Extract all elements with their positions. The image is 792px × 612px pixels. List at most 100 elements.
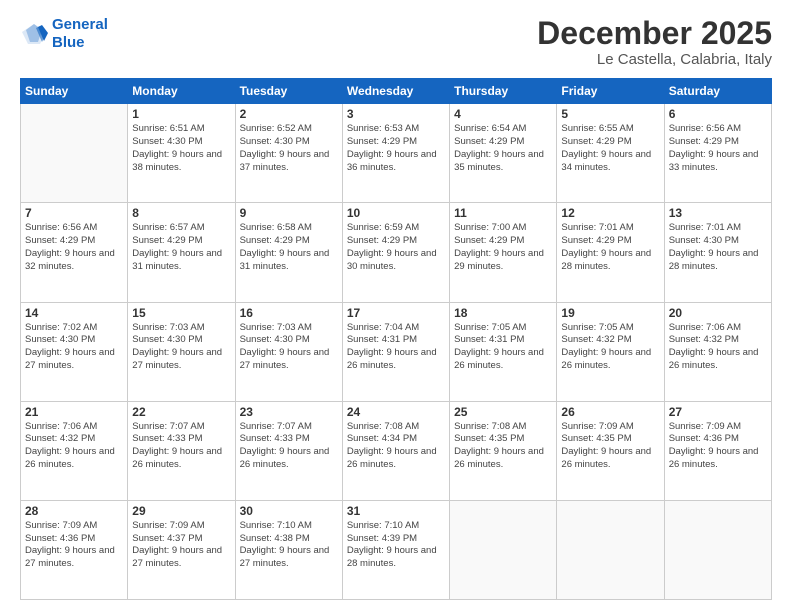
col-wednesday: Wednesday [342, 79, 449, 104]
day-number: 9 [240, 206, 338, 220]
day-number: 21 [25, 405, 123, 419]
calendar-cell: 29 Sunrise: 7:09 AM Sunset: 4:37 PM Dayli… [128, 500, 235, 599]
header-row: Sunday Monday Tuesday Wednesday Thursday… [21, 79, 772, 104]
day-info: Sunrise: 7:01 AM Sunset: 4:30 PM Dayligh… [669, 222, 767, 273]
col-tuesday: Tuesday [235, 79, 342, 104]
logo-line2: Blue [52, 34, 85, 51]
day-info: Sunrise: 6:56 AM Sunset: 4:29 PM Dayligh… [669, 123, 767, 174]
day-number: 29 [132, 504, 230, 518]
day-number: 22 [132, 405, 230, 419]
calendar-cell: 1Sunrise: 6:51 AM Sunset: 4:30 PM Daylig… [128, 104, 235, 203]
calendar-cell: 14 Sunrise: 7:02 AM Sunset: 4:30 PM Dayli… [21, 302, 128, 401]
calendar-cell [557, 500, 664, 599]
calendar-week-3: 14 Sunrise: 7:02 AM Sunset: 4:30 PM Dayli… [21, 302, 772, 401]
day-info: Sunrise: 7:09 AM Sunset: 4:35 PM Dayligh… [561, 421, 659, 472]
calendar-cell: 17Sunrise: 7:04 AM Sunset: 4:31 PM Dayli… [342, 302, 449, 401]
day-info: Sunrise: 7:09 AM Sunset: 4:36 PM Dayligh… [669, 421, 767, 472]
col-friday: Friday [557, 79, 664, 104]
day-number: 26 [561, 405, 659, 419]
day-number: 5 [561, 107, 659, 121]
day-number: 25 [454, 405, 552, 419]
day-info: Sunrise: 7:01 AM Sunset: 4:29 PM Dayligh… [561, 222, 659, 273]
day-number: 13 [669, 206, 767, 220]
day-info: Sunrise: 7:03 AM Sunset: 4:30 PM Dayligh… [240, 322, 338, 373]
day-info: Sunrise: 7:09 AM Sunset: 4:37 PM Dayligh… [132, 520, 230, 571]
day-number: 20 [669, 306, 767, 320]
day-number: 6 [669, 107, 767, 121]
calendar-body: 1Sunrise: 6:51 AM Sunset: 4:30 PM Daylig… [21, 104, 772, 600]
day-number: 18 [454, 306, 552, 320]
day-number: 15 [132, 306, 230, 320]
calendar-cell: 31Sunrise: 7:10 AM Sunset: 4:39 PM Dayli… [342, 500, 449, 599]
calendar-cell: 11Sunrise: 7:00 AM Sunset: 4:29 PM Dayli… [450, 203, 557, 302]
calendar-cell: 30 Sunrise: 7:10 AM Sunset: 4:38 PM Dayli… [235, 500, 342, 599]
day-info: Sunrise: 7:05 AM Sunset: 4:32 PM Dayligh… [561, 322, 659, 373]
calendar-cell: 28Sunrise: 7:09 AM Sunset: 4:36 PM Dayli… [21, 500, 128, 599]
day-number: 3 [347, 107, 445, 121]
calendar-cell: 22 Sunrise: 7:07 AM Sunset: 4:33 PM Dayli… [128, 401, 235, 500]
day-number: 11 [454, 206, 552, 220]
col-saturday: Saturday [664, 79, 771, 104]
calendar-cell: 27 Sunrise: 7:09 AM Sunset: 4:36 PM Dayli… [664, 401, 771, 500]
calendar-cell: 20 Sunrise: 7:06 AM Sunset: 4:32 PM Dayli… [664, 302, 771, 401]
calendar-week-5: 28Sunrise: 7:09 AM Sunset: 4:36 PM Dayli… [21, 500, 772, 599]
calendar-cell: 6 Sunrise: 6:56 AM Sunset: 4:29 PM Daylig… [664, 104, 771, 203]
calendar-cell: 2 Sunrise: 6:52 AM Sunset: 4:30 PM Daylig… [235, 104, 342, 203]
day-number: 16 [240, 306, 338, 320]
day-info: Sunrise: 7:05 AM Sunset: 4:31 PM Dayligh… [454, 322, 552, 373]
calendar-cell: 26 Sunrise: 7:09 AM Sunset: 4:35 PM Dayli… [557, 401, 664, 500]
calendar-week-4: 21 Sunrise: 7:06 AM Sunset: 4:32 PM Dayli… [21, 401, 772, 500]
calendar-cell: 12 Sunrise: 7:01 AM Sunset: 4:29 PM Dayli… [557, 203, 664, 302]
day-info: Sunrise: 6:57 AM Sunset: 4:29 PM Dayligh… [132, 222, 230, 273]
calendar-cell [664, 500, 771, 599]
day-number: 10 [347, 206, 445, 220]
day-number: 1 [132, 107, 230, 121]
logo-line1: General [52, 16, 108, 33]
day-info: Sunrise: 7:03 AM Sunset: 4:30 PM Dayligh… [132, 322, 230, 373]
calendar-cell: 4 Sunrise: 6:54 AM Sunset: 4:29 PM Daylig… [450, 104, 557, 203]
day-info: Sunrise: 6:52 AM Sunset: 4:30 PM Dayligh… [240, 123, 338, 174]
title-section: December 2025 Le Castella, Calabria, Ita… [537, 16, 772, 68]
calendar-cell: 3 Sunrise: 6:53 AM Sunset: 4:29 PM Daylig… [342, 104, 449, 203]
day-info: Sunrise: 7:06 AM Sunset: 4:32 PM Dayligh… [669, 322, 767, 373]
day-info: Sunrise: 6:53 AM Sunset: 4:29 PM Dayligh… [347, 123, 445, 174]
calendar-cell: 7 Sunrise: 6:56 AM Sunset: 4:29 PM Daylig… [21, 203, 128, 302]
day-info: Sunrise: 7:07 AM Sunset: 4:33 PM Dayligh… [132, 421, 230, 472]
col-sunday: Sunday [21, 79, 128, 104]
day-info: Sunrise: 7:08 AM Sunset: 4:35 PM Dayligh… [454, 421, 552, 472]
location: Le Castella, Calabria, Italy [537, 51, 772, 68]
day-number: 8 [132, 206, 230, 220]
day-info: Sunrise: 7:02 AM Sunset: 4:30 PM Dayligh… [25, 322, 123, 373]
day-number: 17 [347, 306, 445, 320]
day-number: 27 [669, 405, 767, 419]
day-number: 12 [561, 206, 659, 220]
calendar-cell: 24 Sunrise: 7:08 AM Sunset: 4:34 PM Dayli… [342, 401, 449, 500]
day-number: 31 [347, 504, 445, 518]
day-number: 30 [240, 504, 338, 518]
day-number: 2 [240, 107, 338, 121]
day-number: 14 [25, 306, 123, 320]
day-number: 23 [240, 405, 338, 419]
calendar-cell: 18 Sunrise: 7:05 AM Sunset: 4:31 PM Dayli… [450, 302, 557, 401]
day-info: Sunrise: 6:54 AM Sunset: 4:29 PM Dayligh… [454, 123, 552, 174]
logo: General Blue [20, 16, 108, 52]
day-info: Sunrise: 7:07 AM Sunset: 4:33 PM Dayligh… [240, 421, 338, 472]
day-info: Sunrise: 7:10 AM Sunset: 4:38 PM Dayligh… [240, 520, 338, 571]
calendar-cell: 19Sunrise: 7:05 AM Sunset: 4:32 PM Dayli… [557, 302, 664, 401]
calendar-cell: 8 Sunrise: 6:57 AM Sunset: 4:29 PM Daylig… [128, 203, 235, 302]
calendar-cell: 21 Sunrise: 7:06 AM Sunset: 4:32 PM Dayli… [21, 401, 128, 500]
calendar-cell: 25 Sunrise: 7:08 AM Sunset: 4:35 PM Dayli… [450, 401, 557, 500]
calendar-cell [21, 104, 128, 203]
month-title: December 2025 [537, 16, 772, 51]
calendar-week-2: 7 Sunrise: 6:56 AM Sunset: 4:29 PM Daylig… [21, 203, 772, 302]
header: General Blue December 2025 Le Castella, … [20, 16, 772, 68]
day-number: 7 [25, 206, 123, 220]
day-info: Sunrise: 6:56 AM Sunset: 4:29 PM Dayligh… [25, 222, 123, 273]
calendar-cell [450, 500, 557, 599]
day-info: Sunrise: 7:08 AM Sunset: 4:34 PM Dayligh… [347, 421, 445, 472]
calendar-cell: 23 Sunrise: 7:07 AM Sunset: 4:33 PM Dayli… [235, 401, 342, 500]
day-number: 4 [454, 107, 552, 121]
day-info: Sunrise: 7:06 AM Sunset: 4:32 PM Dayligh… [25, 421, 123, 472]
day-number: 24 [347, 405, 445, 419]
calendar-cell: 5Sunrise: 6:55 AM Sunset: 4:29 PM Daylig… [557, 104, 664, 203]
